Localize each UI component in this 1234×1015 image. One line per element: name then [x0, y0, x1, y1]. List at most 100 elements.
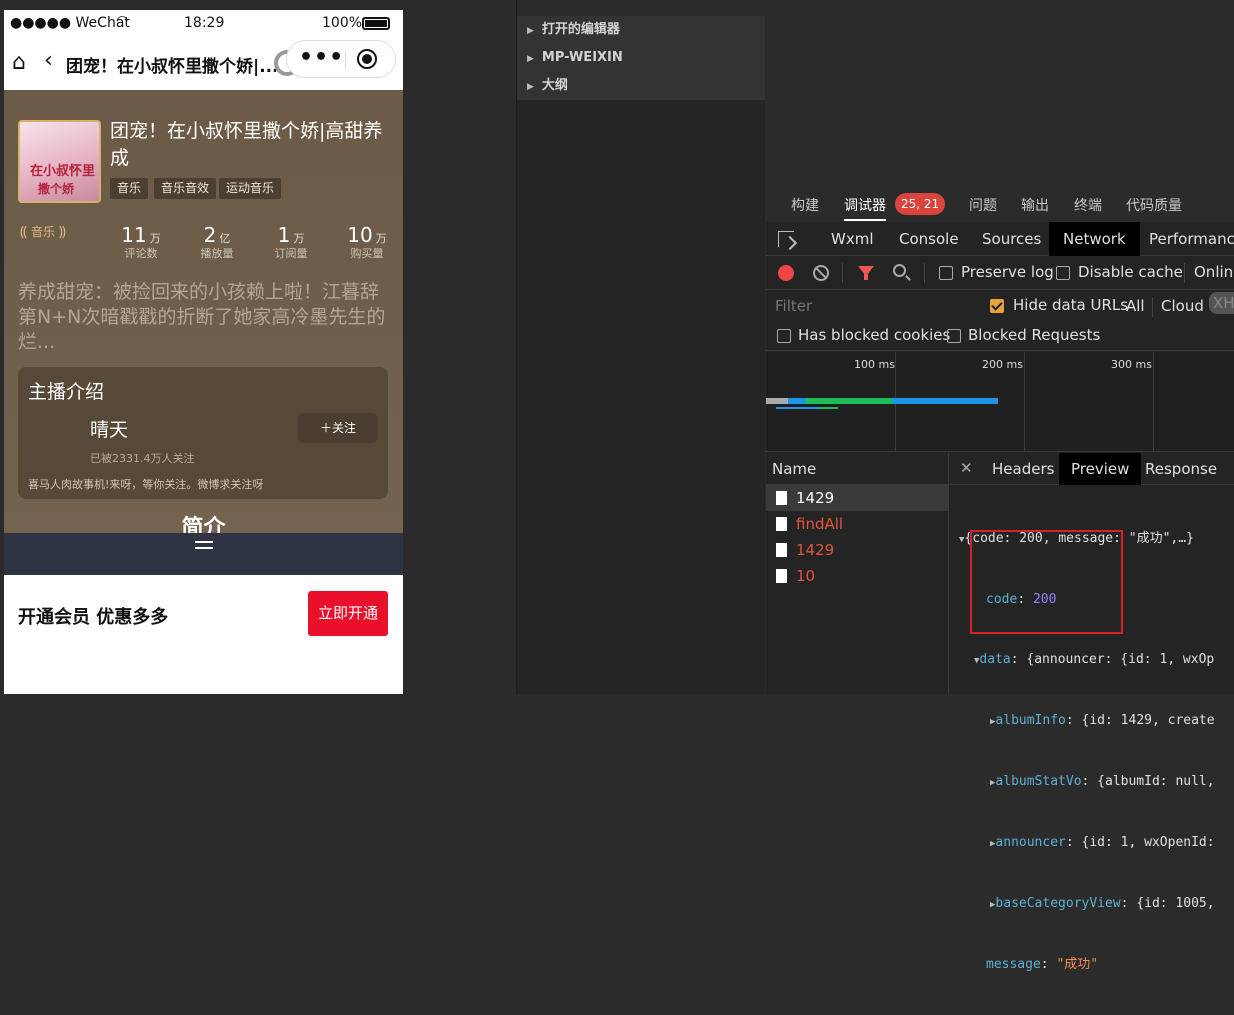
stat-label: 订阅量 — [274, 247, 308, 260]
toolbar-divider — [842, 263, 843, 283]
name-column-header[interactable]: Name — [766, 453, 948, 485]
tab-output[interactable]: 输出 — [1021, 195, 1049, 215]
stat-purchases: 10 万 购买量 — [332, 223, 402, 261]
filter-cloud[interactable]: Cloud — [1161, 297, 1204, 315]
json-row-base-category[interactable]: ▶baseCategoryView: {id: 1005, — [950, 894, 1234, 915]
host-bio: 喜马人肉故事机!来呀，等你关注。微博求关注呀 — [28, 478, 264, 491]
request-row[interactable]: 10 — [766, 563, 948, 589]
tab-debugger[interactable]: 调试器 — [844, 195, 886, 221]
tab-performance[interactable]: Performance — [1135, 222, 1234, 256]
more-icon[interactable]: ••• — [299, 45, 344, 70]
tab-network[interactable]: Network — [1049, 222, 1140, 256]
tab-build[interactable]: 构建 — [791, 195, 819, 215]
host-section-title: 主播介绍 — [28, 381, 105, 403]
album-title: 团宠！在小叔怀里撒个娇|高甜养成 — [110, 120, 383, 169]
host-card: 主播介绍 晴天 ＋关注 已被2331.4万人关注 喜马人肉故事机!来呀，等你关注… — [18, 367, 388, 499]
json-value: {albumId: null, — [1097, 774, 1215, 789]
cover-text-2: 撒个娇 — [38, 182, 75, 196]
stat-subscriptions: 1万 订阅量 — [256, 223, 326, 261]
album-cover[interactable]: 在小叔怀里 撒个娇 — [18, 120, 101, 203]
request-list: Name 1429 findAll 1429 10 — [766, 453, 949, 694]
stat-label: 评论数 — [124, 247, 158, 260]
network-toolbar: Preserve log Disable cache Online — [766, 257, 1234, 290]
nav-bar: ⌂ ‹ 团宠！在小叔怀里撒个娇|... ••• — [4, 38, 403, 90]
request-row[interactable]: findAll — [766, 511, 948, 537]
json-key: data — [979, 652, 1011, 667]
close-icon[interactable]: ✕ — [960, 459, 973, 477]
json-key: announcer — [995, 835, 1066, 850]
inspect-element-icon[interactable] — [778, 231, 794, 247]
host-name[interactable]: 晴天 — [90, 415, 128, 442]
expand-arrow-icon: ▶ — [527, 54, 534, 64]
home-icon[interactable]: ⌂ — [12, 50, 26, 75]
tab-headers[interactable]: Headers — [980, 453, 1066, 485]
explorer-open-editors[interactable]: ▶ 打开的编辑器 — [517, 16, 765, 44]
explorer-mp-weixin[interactable]: ▶ MP-WEIXIN — [517, 44, 765, 72]
json-value: {id: 1, wxOpenId: — [1081, 835, 1215, 850]
filter-icon[interactable] — [858, 266, 874, 280]
hide-data-urls-checkbox[interactable] — [990, 299, 1004, 313]
json-row-announcer[interactable]: ▶announcer: {id: 1, wxOpenId: — [950, 833, 1234, 854]
explorer-outline[interactable]: ▶ 大纲 — [517, 72, 765, 100]
album-detail: 在小叔怀里 撒个娇 团宠！在小叔怀里撒个娇|高甜养成 音乐 音乐音效 运动音乐 … — [4, 90, 403, 533]
preserve-log-checkbox[interactable] — [939, 266, 953, 280]
timeline-bar — [806, 398, 892, 404]
tab-issues[interactable]: 问题 — [969, 195, 997, 215]
stat-unit: 万 — [293, 232, 305, 245]
close-mini-program-icon[interactable] — [357, 49, 377, 69]
devtools-top-tabs: 构建 调试器 25, 21 问题 输出 终端 代码质量 — [766, 184, 1234, 222]
timeline-label: 300 ms — [1111, 358, 1152, 371]
tag-sport-music[interactable]: 运动音乐 — [219, 178, 282, 199]
search-icon[interactable] — [893, 264, 906, 277]
vip-promo-text: 开通会员 优惠多多 — [18, 607, 169, 628]
json-key: baseCategoryView — [995, 896, 1121, 911]
tab-terminal[interactable]: 终端 — [1074, 195, 1102, 215]
json-value: {announcer: {id: 1, wxOp — [1026, 652, 1215, 667]
network-timeline[interactable]: 100 ms 200 ms 300 ms — [766, 352, 1234, 452]
json-row-data[interactable]: ▼data: {announcer: {id: 1, wxOp — [950, 650, 1234, 671]
tag-music-effects[interactable]: 音乐音效 — [154, 178, 217, 199]
highlight-box — [970, 530, 1123, 634]
request-row[interactable]: 1429 — [766, 485, 948, 511]
stat-label: 播放量 — [200, 247, 234, 260]
follow-button[interactable]: ＋关注 — [298, 413, 378, 443]
json-key: message — [986, 957, 1041, 972]
stat-unit: 亿 — [219, 232, 231, 245]
filter-xhr[interactable]: XHR — [1209, 292, 1234, 314]
stat-value: 2 — [203, 223, 217, 247]
json-key: albumInfo — [995, 713, 1066, 728]
stat-value: 11 — [121, 223, 147, 247]
back-icon[interactable]: ‹ — [44, 48, 53, 73]
throttling-select[interactable]: Online — [1194, 263, 1234, 281]
filter-all[interactable]: All — [1126, 297, 1145, 315]
stat-value: 10 — [347, 223, 373, 247]
timeline-gridline — [1024, 352, 1025, 452]
panel-tabs: Wxml Console Sources Network Performance — [766, 222, 1234, 256]
timeline-bar — [818, 407, 838, 409]
filter-input[interactable] — [766, 293, 974, 319]
badge-label: 音乐 — [30, 225, 55, 239]
blocked-cookies-checkbox[interactable] — [777, 329, 791, 343]
record-icon[interactable] — [778, 265, 794, 281]
tab-preview[interactable]: Preview — [1059, 453, 1142, 485]
filter-row: Hide data URLs All Cloud XHR — [766, 291, 1234, 321]
tab-console[interactable]: Console — [885, 222, 973, 256]
tab-response[interactable]: Response — [1133, 453, 1229, 485]
devtools-panel: 构建 调试器 25, 21 问题 输出 终端 代码质量 Wxml Console… — [766, 184, 1234, 972]
json-row-album-stat[interactable]: ▶albumStatVo: {albumId: null, — [950, 772, 1234, 793]
status-bar: ●●●●● WeChat ◠ 18:29 100% — [4, 10, 403, 38]
tab-wxml[interactable]: Wxml — [817, 222, 888, 256]
tag-music[interactable]: 音乐 — [110, 178, 149, 199]
clear-icon[interactable] — [813, 265, 829, 281]
vip-open-button[interactable]: 立即开通 — [308, 591, 388, 636]
blocked-requests-checkbox[interactable] — [947, 329, 961, 343]
json-row-album-info[interactable]: ▶albumInfo: {id: 1429, create — [950, 711, 1234, 732]
request-row[interactable]: 1429 — [766, 537, 948, 563]
laurel-right-icon: ⸩ — [58, 224, 66, 240]
disable-cache-checkbox[interactable] — [1056, 266, 1070, 280]
album-description[interactable]: 养成甜宠：被捡回来的小孩赖上啦！江暮辞第N+N次暗戳戳的折断了她家高冷墨先生的烂… — [18, 280, 390, 355]
tab-code-quality[interactable]: 代码质量 — [1126, 195, 1182, 215]
json-value: "成功" — [1056, 957, 1099, 972]
drawer-handle[interactable] — [4, 533, 403, 575]
tab-sources[interactable]: Sources — [968, 222, 1055, 256]
